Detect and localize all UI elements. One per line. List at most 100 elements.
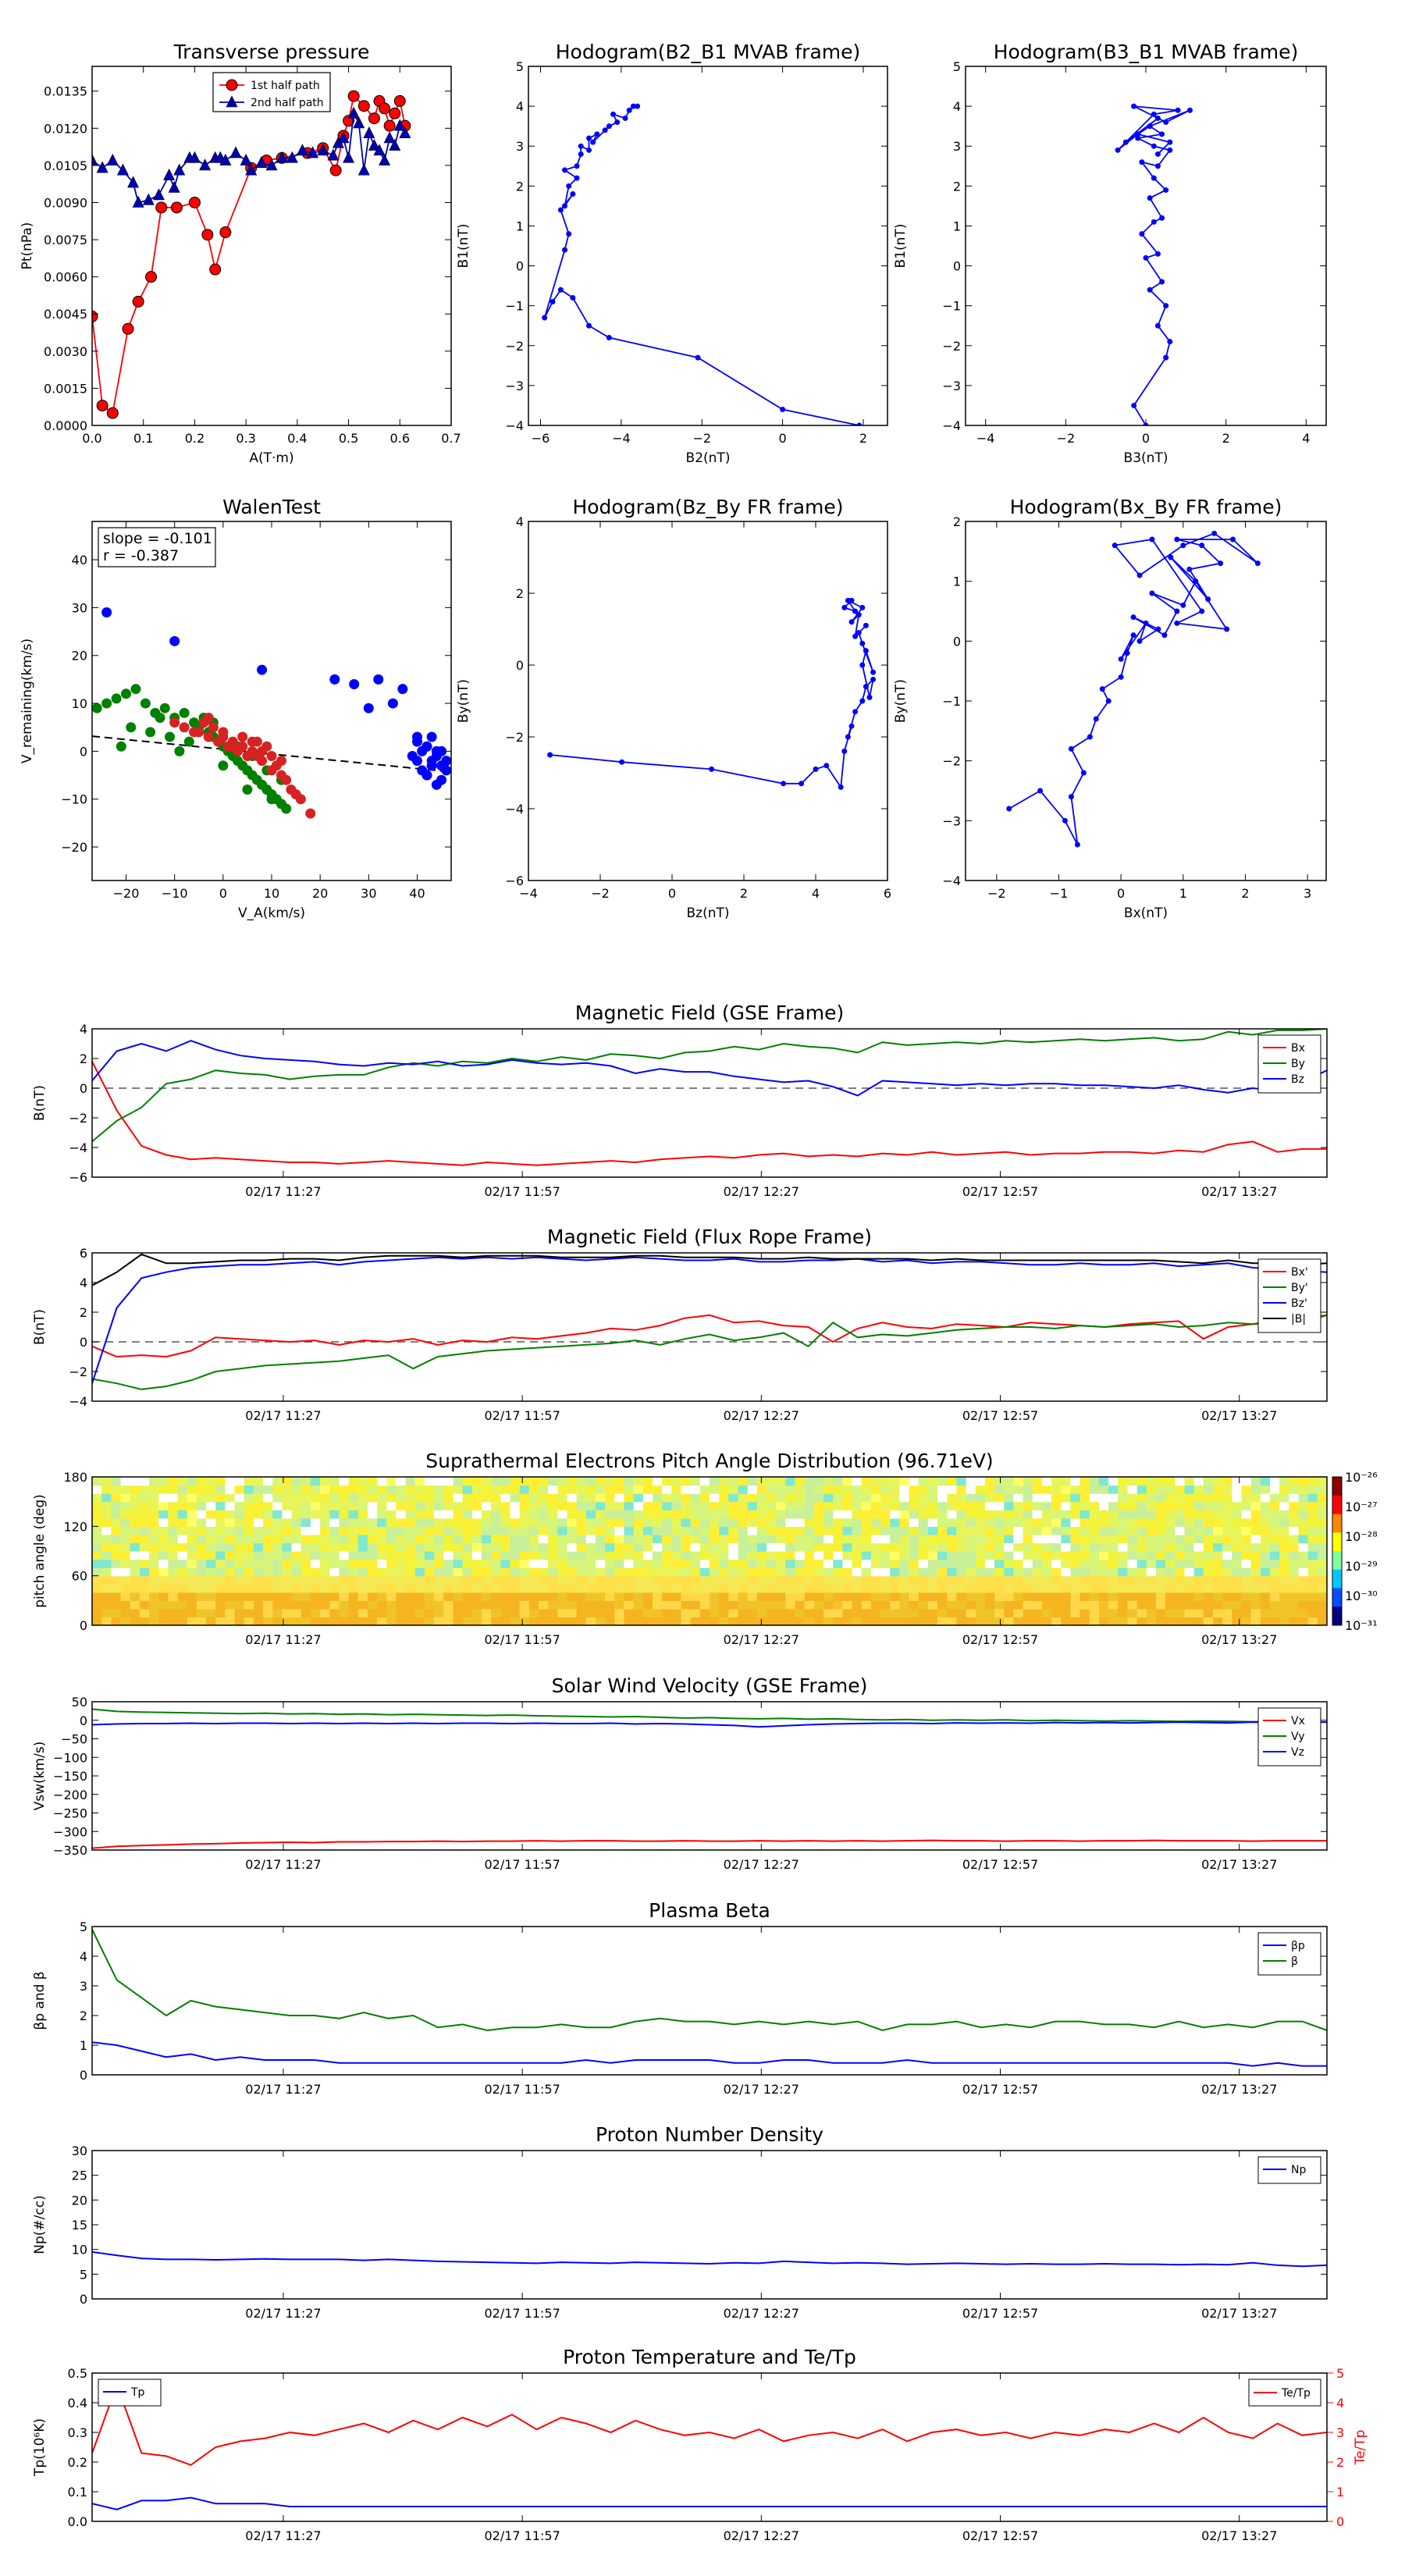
- data-point: [441, 756, 451, 767]
- heatmap-cell: [1184, 1534, 1195, 1544]
- heatmap-cell: [1127, 1567, 1138, 1577]
- y-tick-label: −300: [53, 1824, 87, 1839]
- y-tick-label: 2: [953, 179, 961, 194]
- heatmap-cell: [177, 1510, 188, 1519]
- heatmap-cell: [1098, 1485, 1109, 1494]
- heatmap-cell: [918, 1501, 929, 1510]
- heatmap-cell: [1289, 1617, 1300, 1625]
- heatmap-cell: [1317, 1559, 1327, 1568]
- data-point: [1143, 254, 1149, 261]
- heatmap-cell: [918, 1600, 929, 1610]
- heatmap-cell: [699, 1592, 710, 1601]
- heatmap-cell: [538, 1526, 549, 1535]
- heatmap-cell: [567, 1542, 578, 1552]
- heatmap-cell: [861, 1501, 872, 1510]
- heatmap-cell: [1061, 1567, 1072, 1577]
- heatmap-cell: [1013, 1567, 1024, 1577]
- heatmap-cell: [519, 1501, 530, 1510]
- heatmap-cell: [491, 1575, 501, 1585]
- heatmap-cell: [234, 1477, 245, 1486]
- heatmap-cell: [624, 1551, 635, 1560]
- data-point: [163, 168, 176, 180]
- data-point: [170, 201, 183, 214]
- x-tick-label: 0.5: [339, 431, 358, 446]
- legend-label: Bx: [1291, 1042, 1305, 1055]
- heatmap-cell: [1307, 1477, 1318, 1486]
- heatmap-cell: [320, 1559, 330, 1568]
- heatmap-cell: [671, 1477, 682, 1486]
- heatmap-cell: [852, 1542, 863, 1552]
- heatmap-cell: [187, 1551, 197, 1560]
- heatmap-cell: [756, 1510, 767, 1519]
- heatmap-cell: [357, 1567, 368, 1577]
- heatmap-cell: [557, 1501, 568, 1510]
- heatmap-cell: [1260, 1575, 1271, 1585]
- heatmap-cell: [158, 1477, 169, 1486]
- heatmap-cell: [1041, 1542, 1052, 1552]
- heatmap-cell: [1269, 1584, 1280, 1593]
- heatmap-cell: [567, 1493, 578, 1503]
- plot-area: [547, 597, 877, 790]
- heatmap-cell: [605, 1542, 615, 1552]
- heatmap-cell: [585, 1526, 596, 1535]
- heatmap-cell: [215, 1534, 226, 1544]
- heatmap-cell: [1032, 1493, 1043, 1503]
- heatmap-cell: [471, 1477, 482, 1486]
- heatmap-cell: [510, 1517, 521, 1527]
- heatmap-cell: [804, 1608, 815, 1618]
- heatmap-cell: [1260, 1542, 1271, 1552]
- heatmap-cell: [576, 1493, 587, 1503]
- heatmap-cell: [272, 1510, 283, 1519]
- heatmap-cell: [111, 1584, 122, 1593]
- heatmap-cell: [1108, 1534, 1119, 1544]
- heatmap-cell: [728, 1526, 739, 1535]
- heatmap-cell: [918, 1542, 929, 1552]
- heatmap-cell: [528, 1600, 539, 1610]
- x-tick-label: 0: [1142, 431, 1150, 446]
- heatmap-cell: [1241, 1526, 1252, 1535]
- heatmap-cell: [1061, 1485, 1072, 1494]
- x-tick-label: 02/17 13:27: [1201, 2528, 1277, 2543]
- heatmap-cell: [282, 1517, 293, 1527]
- heatmap-cell: [738, 1600, 749, 1610]
- data-point: [1163, 119, 1169, 126]
- heatmap-cell: [263, 1559, 273, 1568]
- heatmap-cell: [909, 1485, 919, 1494]
- heatmap-cell: [1070, 1477, 1081, 1486]
- heatmap-cell: [282, 1592, 293, 1601]
- heatmap-cell: [339, 1501, 350, 1510]
- x-tick-label: 0: [668, 886, 676, 901]
- heatmap-cell: [652, 1600, 663, 1610]
- heatmap-cell: [453, 1477, 464, 1486]
- x-tick-label: 02/17 11:57: [484, 1632, 560, 1647]
- heatmap-cell: [386, 1534, 397, 1544]
- heatmap-cell: [253, 1517, 264, 1527]
- heatmap-cell: [206, 1551, 216, 1560]
- legend-label: βp: [1291, 1940, 1305, 1952]
- heatmap-cell: [139, 1551, 150, 1560]
- heatmap-cell: [1175, 1592, 1186, 1601]
- heatmap-cell: [481, 1517, 492, 1527]
- heatmap-cell: [443, 1575, 454, 1585]
- heatmap-cell: [671, 1501, 682, 1510]
- data-point: [106, 407, 119, 419]
- x-tick-label: 0.3: [236, 431, 255, 446]
- heatmap-cell: [719, 1600, 729, 1610]
- heatmap-cell: [1136, 1567, 1147, 1577]
- heatmap-cell: [1232, 1510, 1243, 1519]
- heatmap-cell: [1051, 1575, 1062, 1585]
- heatmap-cell: [405, 1584, 416, 1593]
- data-point: [411, 736, 422, 747]
- heatmap-cell: [947, 1567, 957, 1577]
- heatmap-cell: [1041, 1517, 1052, 1527]
- heatmap-cell: [947, 1517, 957, 1527]
- data-point: [101, 607, 112, 618]
- heatmap-cell: [909, 1600, 919, 1610]
- heatmap-cell: [1098, 1534, 1109, 1544]
- heatmap-cell: [510, 1592, 521, 1601]
- heatmap-cell: [386, 1592, 397, 1601]
- heatmap-cell: [538, 1559, 549, 1568]
- heatmap-cell: [927, 1600, 938, 1610]
- heatmap-cell: [994, 1526, 1005, 1535]
- heatmap-cell: [956, 1517, 967, 1527]
